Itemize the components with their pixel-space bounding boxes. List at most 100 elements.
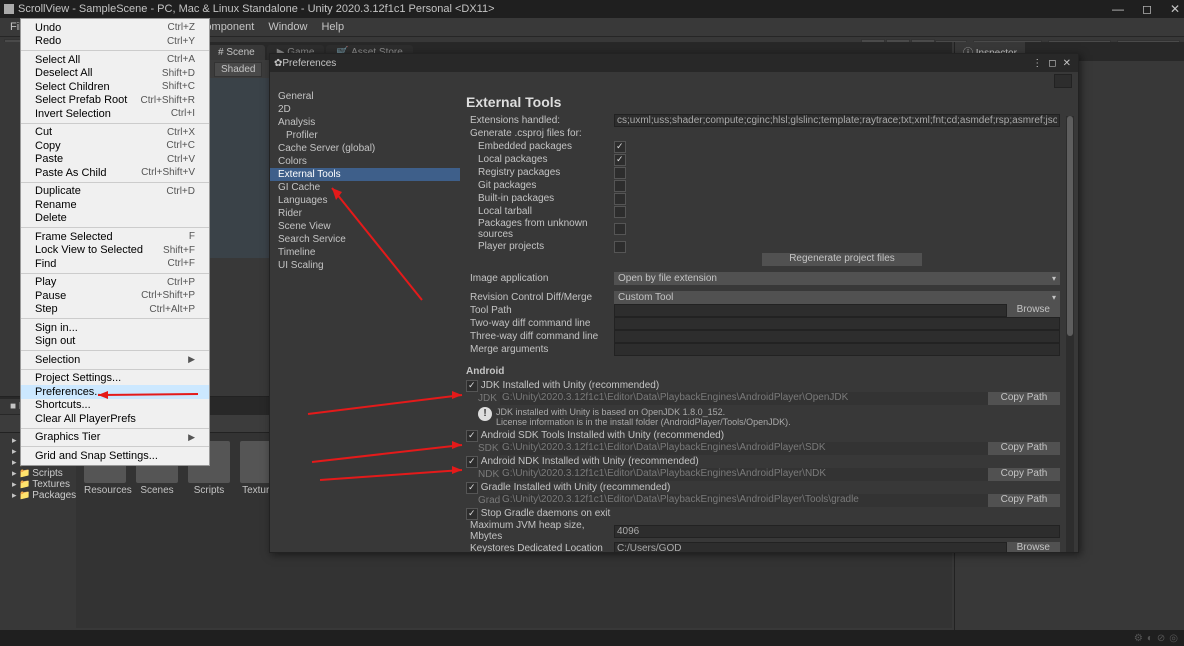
preferences-window[interactable]: ✿ Preferences ⋮ ◻ ✕ General2DAnalysisPro… [269, 53, 1079, 553]
prefs-cat--d[interactable]: 2D [270, 103, 460, 116]
prefs-cat-external-tools[interactable]: External Tools [270, 168, 460, 181]
menu-window[interactable]: Window [262, 20, 313, 34]
keystore-input[interactable] [614, 542, 1007, 552]
prefs-menu-button[interactable]: ⋮ [1029, 58, 1045, 69]
prefs-cat-search-service[interactable]: Search Service [270, 233, 460, 246]
keystore-browse[interactable]: Browse [1007, 542, 1060, 552]
csproj-player-projects-checkbox[interactable] [614, 241, 626, 253]
minimize-button[interactable]: — [1112, 2, 1124, 16]
menu-item-step[interactable]: StepCtrl+Alt+P [21, 303, 209, 317]
status-bar: ⚙ ◐ ⊘ ◎ [0, 630, 1184, 646]
menu-item-project-settings-[interactable]: Project Settings... [21, 372, 209, 386]
prefs-cat-general[interactable]: General [270, 90, 460, 103]
two-way-input[interactable] [614, 317, 1060, 330]
maximize-button[interactable]: ◻ [1142, 2, 1152, 16]
prefs-cat-profiler[interactable]: Profiler [270, 129, 460, 142]
gradle-path: G:\Unity\2020.3.12f1c1\Editor\Data\Playb… [500, 494, 988, 507]
tree-packages[interactable]: ▸ 📁Packages [0, 490, 76, 501]
jdk-checkbox[interactable] [466, 380, 478, 392]
menu-item-undo[interactable]: UndoCtrl+Z [21, 21, 209, 35]
csproj-git-packages-checkbox[interactable] [614, 180, 626, 192]
menu-item-copy[interactable]: CopyCtrl+C [21, 139, 209, 153]
ndk-copy-path[interactable]: Copy Path [988, 468, 1060, 481]
status-icon: ⊘ [1157, 633, 1165, 644]
window-title: ScrollView - SampleScene - PC, Mac & Lin… [18, 3, 495, 15]
csproj-packages-from-unknown-sources-checkbox[interactable] [614, 223, 626, 235]
prefs-cat-scene-view[interactable]: Scene View [270, 220, 460, 233]
prefs-cat-timeline[interactable]: Timeline [270, 246, 460, 259]
prefs-cat-colors[interactable]: Colors [270, 155, 460, 168]
prefs-cat-gi-cache[interactable]: GI Cache [270, 181, 460, 194]
menu-item-select-prefab-root[interactable]: Select Prefab RootCtrl+Shift+R [21, 94, 209, 108]
menu-item-cut[interactable]: CutCtrl+X [21, 126, 209, 140]
asset-scripts[interactable]: Scripts [188, 441, 230, 620]
menu-item-deselect-all[interactable]: Deselect AllShift+D [21, 67, 209, 81]
menu-item-lock-view-to-selected[interactable]: Lock View to SelectedShift+F [21, 244, 209, 258]
menu-item-shortcuts-[interactable]: Shortcuts... [21, 399, 209, 413]
tree-scripts[interactable]: ▸ 📁Scripts [0, 468, 76, 479]
gear-icon: ✿ [274, 58, 282, 69]
edit-menu[interactable]: UndoCtrl+ZRedoCtrl+Y Select AllCtrl+ADese… [20, 18, 210, 466]
tool-path-input[interactable] [614, 304, 1007, 317]
menu-item-clear-all-playerprefs[interactable]: Clear All PlayerPrefs [21, 412, 209, 426]
shading-dropdown[interactable]: Shaded [214, 62, 262, 77]
prefs-cat-languages[interactable]: Languages [270, 194, 460, 207]
gradle-checkbox[interactable] [466, 482, 478, 494]
stop-gradle-checkbox[interactable] [466, 508, 478, 520]
menu-item-sign-out[interactable]: Sign out [21, 335, 209, 349]
menu-item-select-children[interactable]: Select ChildrenShift+C [21, 80, 209, 94]
regenerate-button[interactable]: Regenerate project files [762, 253, 922, 266]
menu-item-play[interactable]: PlayCtrl+P [21, 276, 209, 290]
asset-scenes[interactable]: Scenes [136, 441, 178, 620]
sdk-copy-path[interactable]: Copy Path [988, 442, 1060, 455]
menu-item-grid-and-snap-settings-[interactable]: Grid and Snap Settings... [21, 449, 209, 463]
gradle-copy-path[interactable]: Copy Path [988, 494, 1060, 507]
prefs-scrollbar[interactable] [1066, 116, 1074, 552]
csproj-built-in-packages-checkbox[interactable] [614, 193, 626, 205]
merge-args-input[interactable] [614, 343, 1060, 356]
jdk-copy-path[interactable]: Copy Path [988, 392, 1060, 405]
prefs-cat-cache-server-global-[interactable]: Cache Server (global) [270, 142, 460, 155]
menu-item-sign-in-[interactable]: Sign in... [21, 321, 209, 335]
scene-tab[interactable]: # Scene [208, 45, 265, 60]
extensions-input[interactable] [614, 114, 1060, 127]
prefs-dock-button[interactable]: ◻ [1045, 58, 1059, 69]
menu-help[interactable]: Help [315, 20, 350, 34]
csproj-local-packages-checkbox[interactable] [614, 154, 626, 166]
menu-item-find[interactable]: FindCtrl+F [21, 257, 209, 271]
menu-item-graphics-tier[interactable]: Graphics Tier▶ [21, 431, 209, 445]
menu-item-paste-as-child[interactable]: Paste As ChildCtrl+Shift+V [21, 166, 209, 180]
prefs-cat-analysis[interactable]: Analysis [270, 116, 460, 129]
diff-merge-dropdown[interactable]: Custom Tool [614, 291, 1060, 304]
csproj-registry-packages-checkbox[interactable] [614, 167, 626, 179]
menu-item-select-all[interactable]: Select AllCtrl+A [21, 53, 209, 67]
sdk-path: G:\Unity\2020.3.12f1c1\Editor\Data\Playb… [500, 442, 988, 455]
sdk-checkbox[interactable] [466, 430, 478, 442]
tool-path-browse[interactable]: Browse [1007, 304, 1060, 317]
asset-resources[interactable]: Resources [84, 441, 126, 620]
menu-item-preferences-[interactable]: Preferences... [21, 385, 209, 399]
close-button[interactable]: ✕ [1170, 2, 1180, 16]
prefs-title: Preferences [282, 58, 1029, 69]
menu-item-frame-selected[interactable]: Frame SelectedF [21, 230, 209, 244]
three-way-input[interactable] [614, 330, 1060, 343]
prefs-cat-rider[interactable]: Rider [270, 207, 460, 220]
csproj-local-tarball-checkbox[interactable] [614, 206, 626, 218]
prefs-cat-ui-scaling[interactable]: UI Scaling [270, 259, 460, 272]
menu-item-invert-selection[interactable]: Invert SelectionCtrl+I [21, 107, 209, 121]
prefs-close-button[interactable]: ✕ [1060, 58, 1074, 69]
menu-item-duplicate[interactable]: DuplicateCtrl+D [21, 185, 209, 199]
tree-textures[interactable]: ▸ 📁Textures [0, 479, 76, 490]
prefs-search[interactable] [1054, 74, 1072, 88]
menu-item-paste[interactable]: PasteCtrl+V [21, 153, 209, 167]
menu-item-selection[interactable]: Selection▶ [21, 353, 209, 367]
menu-item-redo[interactable]: RedoCtrl+Y [21, 35, 209, 49]
menu-item-delete[interactable]: Delete [21, 212, 209, 226]
image-app-dropdown[interactable]: Open by file extension [614, 272, 1060, 285]
menu-item-rename[interactable]: Rename [21, 198, 209, 212]
menu-item-pause[interactable]: PauseCtrl+Shift+P [21, 289, 209, 303]
status-icon: ⚙ [1134, 633, 1143, 644]
jvm-heap-input[interactable] [614, 525, 1060, 538]
ndk-checkbox[interactable] [466, 456, 478, 468]
csproj-embedded-packages-checkbox[interactable] [614, 141, 626, 153]
